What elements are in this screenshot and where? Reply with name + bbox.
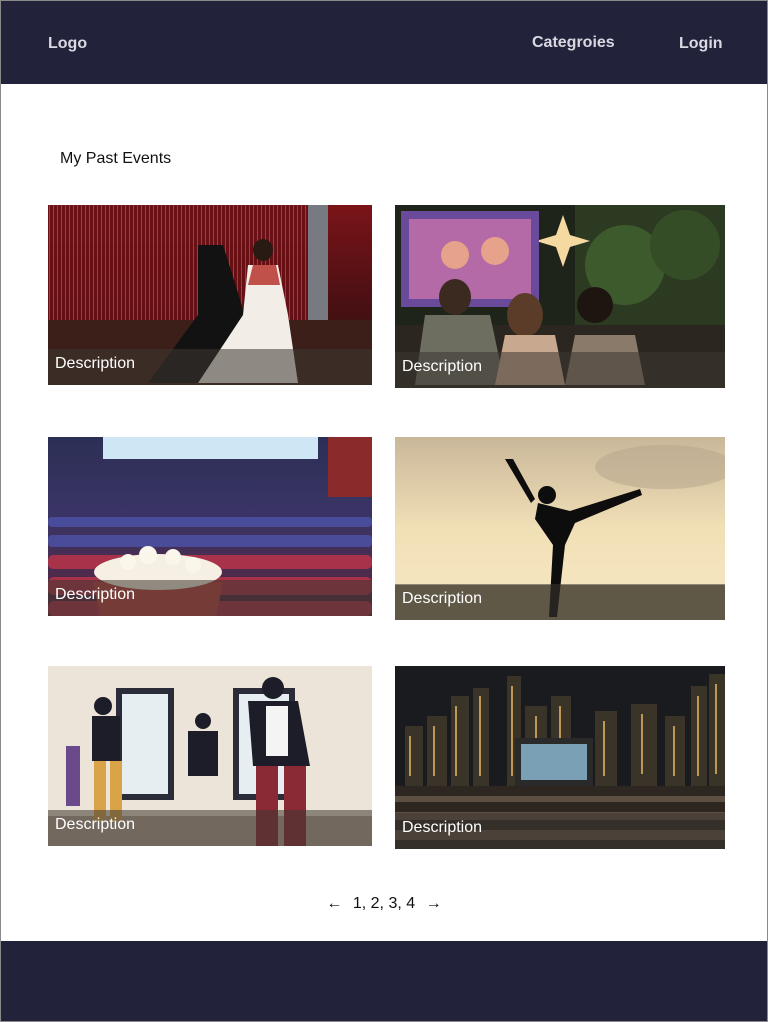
card-description: Description [55,355,136,372]
event-card[interactable]: Description [395,205,725,388]
card-description: Description [55,586,136,603]
event-card[interactable]: Description [48,666,372,846]
page-title: My Past Events [60,150,172,167]
event-card[interactable]: Description [48,437,372,616]
card-description: Description [402,590,483,607]
event-card[interactable]: Description [395,437,725,620]
pagination: ← 1, 2, 3, 4 → [1,895,767,913]
logo[interactable]: Logo [48,35,87,53]
event-card[interactable]: Description [48,205,372,385]
card-description: Description [402,819,483,836]
card-description: Description [55,816,136,833]
nav-categories-link[interactable]: Categroies [532,34,615,52]
page-numbers[interactable]: 1, 2, 3, 4 [353,895,415,913]
event-card[interactable]: Description [395,666,725,849]
card-description: Description [402,358,483,375]
footer [1,941,767,1021]
top-navbar: Logo Categroies Login [1,1,767,84]
nav-login-link[interactable]: Login [679,35,723,53]
prev-page-arrow-icon[interactable]: ← [320,895,348,913]
next-page-arrow-icon[interactable]: → [420,895,448,913]
